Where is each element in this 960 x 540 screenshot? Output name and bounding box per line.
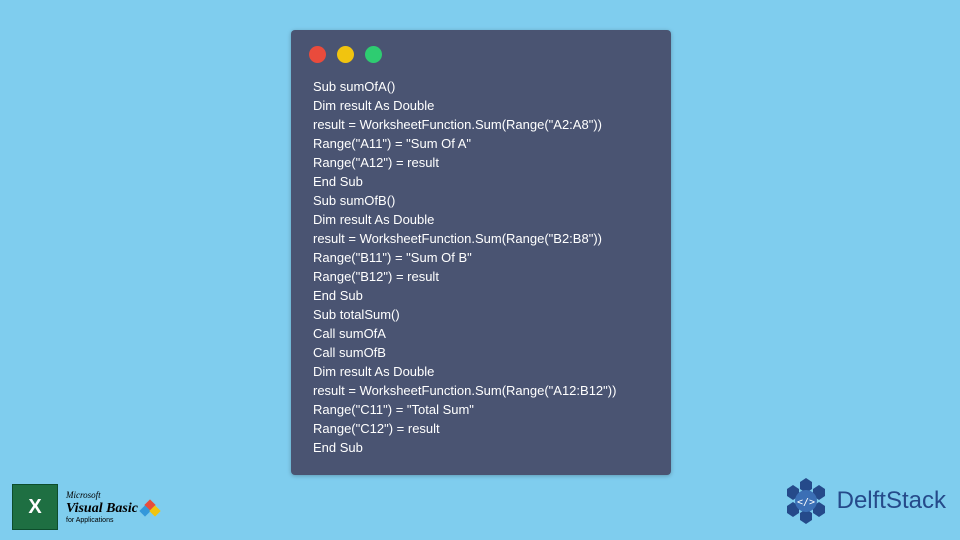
maximize-icon[interactable] [365,46,382,63]
visual-basic-logo: Microsoft Visual Basic for Applications [66,491,162,524]
delftstack-gear-icon: </> [781,476,831,526]
close-icon[interactable] [309,46,326,63]
minimize-icon[interactable] [337,46,354,63]
footer-right: </> DelftStack [781,476,946,526]
brand-prefix: Delft [837,487,886,514]
excel-letter: X [28,496,41,519]
code-block: Sub sumOfA() Dim result As Double result… [309,77,653,457]
vb-name-text: Visual Basic [66,502,138,516]
excel-icon: X [12,484,58,530]
footer-left: X Microsoft Visual Basic for Application… [12,484,162,530]
window-controls [309,46,653,63]
vb-sub-label: for Applications [66,517,162,524]
svg-text:</>: </> [797,497,815,508]
vb-microsoft-label: Microsoft [66,491,162,500]
vb-name-label: Visual Basic [66,501,162,517]
code-window: Sub sumOfA() Dim result As Double result… [291,30,671,475]
cubes-icon [140,501,162,517]
brand-suffix: Stack [886,487,946,514]
delftstack-label: DelftStack [837,487,946,515]
